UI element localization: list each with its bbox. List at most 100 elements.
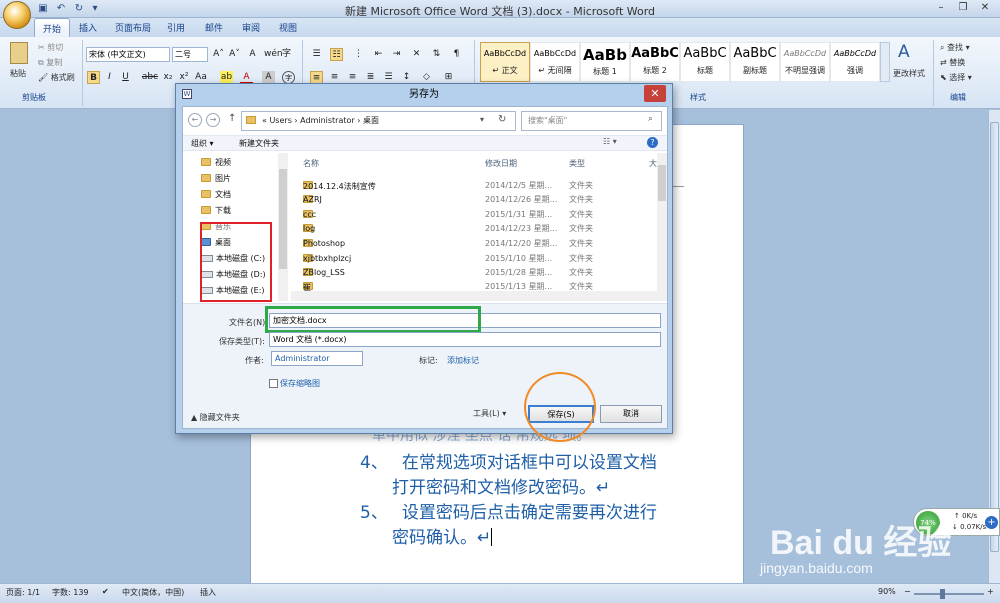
view-options-icon[interactable]: ☷ ▾ xyxy=(603,137,617,146)
breadcrumb[interactable]: « Users › Administrator › 桌面 xyxy=(262,115,379,126)
status-mode[interactable]: 插入 xyxy=(200,587,216,598)
font-name-combo[interactable]: 宋体 (中文正文) xyxy=(86,47,170,62)
tab-home[interactable]: 开始 xyxy=(34,18,71,37)
file-row[interactable]: Photoshop 2014/12/20 星期... 文件夹 xyxy=(301,237,655,251)
status-language[interactable]: 中文(简体，中国) xyxy=(122,587,184,598)
cut-button[interactable]: ✂ 剪切 xyxy=(38,42,63,53)
style-subtle-emphasis[interactable]: AaBbCcDd 不明显强调 xyxy=(780,42,830,82)
help-icon[interactable]: ? xyxy=(647,137,658,148)
shrink-font-icon[interactable]: A˅ xyxy=(228,48,241,61)
nav-item-pictures[interactable]: 图片 xyxy=(201,173,231,184)
file-row[interactable]: ccc 2015/1/31 星期... 文件夹 xyxy=(301,208,655,222)
style-heading1[interactable]: AaBb 标题 1 xyxy=(580,42,630,82)
file-list-scrollbar[interactable] xyxy=(657,153,667,301)
style-no-spacing[interactable]: AaBbCcDd ↵ 无间隔 xyxy=(530,42,580,82)
close-button[interactable]: ✕ xyxy=(974,0,996,16)
subscript-button[interactable]: x₂ xyxy=(161,71,175,84)
bullets-icon[interactable]: ☰ xyxy=(310,48,323,61)
file-row[interactable]: 2014.12.4法制宣传 2014/12/5 星期... 文件夹 xyxy=(301,179,655,193)
proofing-icon[interactable]: ✔ xyxy=(102,587,109,596)
style-heading2[interactable]: AaBbC 标题 2 xyxy=(630,42,680,82)
paste-button[interactable]: 粘贴 xyxy=(10,68,26,79)
refresh-icon[interactable]: ↻ xyxy=(498,114,506,125)
style-title[interactable]: AaBbC 标题 xyxy=(680,42,730,82)
tab-references[interactable]: 引用 xyxy=(167,21,185,34)
paste-icon[interactable] xyxy=(10,42,28,64)
clear-format-icon[interactable]: A xyxy=(246,48,259,61)
copy-button[interactable]: ⧉ 复制 xyxy=(38,57,62,68)
tab-insert[interactable]: 插入 xyxy=(79,21,97,34)
find-button[interactable]: ⌕ 查找 ▾ xyxy=(940,42,970,53)
scroll-thumb[interactable] xyxy=(990,122,999,552)
filetype-select[interactable]: Word 文档 (*.docx) xyxy=(269,332,661,347)
format-painter-button[interactable]: 🖌 格式刷 xyxy=(38,72,75,83)
column-type[interactable]: 类型 xyxy=(569,158,585,169)
zoom-slider[interactable] xyxy=(914,593,984,595)
add-tags-link[interactable]: 添加标记 xyxy=(447,355,479,366)
style-normal[interactable]: AaBbCcDd ↵ 正文 xyxy=(480,42,530,82)
tab-review[interactable]: 审阅 xyxy=(242,21,260,34)
change-styles-icon[interactable]: A xyxy=(898,42,910,62)
zoom-out-button[interactable]: − xyxy=(904,587,911,596)
maximize-button[interactable]: ❐ xyxy=(952,0,974,16)
status-words[interactable]: 字数: 139 xyxy=(52,587,89,598)
increase-indent-icon[interactable]: ⇥ xyxy=(390,48,403,61)
address-bar[interactable]: « Users › Administrator › 桌面 ▾ ↻ xyxy=(241,111,516,131)
change-styles-button[interactable]: 更改样式 xyxy=(893,68,925,79)
numbering-icon[interactable]: ☷ xyxy=(330,48,343,61)
minimize-button[interactable]: – xyxy=(930,0,952,16)
enclose-icon[interactable]: 字 xyxy=(280,48,293,61)
dialog-close-button[interactable]: ✕ xyxy=(644,85,666,102)
office-button[interactable] xyxy=(3,1,31,29)
file-row[interactable]: ZBlog_LSS 2015/1/28 星期... 文件夹 xyxy=(301,266,655,280)
italic-button[interactable]: I xyxy=(103,71,116,84)
styles-scroll[interactable] xyxy=(880,42,890,82)
column-name[interactable]: 名称 xyxy=(303,158,319,169)
forward-icon[interactable]: → xyxy=(206,113,220,127)
chinese-layout-icon[interactable]: ✕ xyxy=(410,48,423,61)
column-size[interactable]: 大 xyxy=(649,158,657,169)
font-size-combo[interactable]: 二号 xyxy=(172,47,208,62)
tab-view[interactable]: 视图 xyxy=(279,21,297,34)
column-date[interactable]: 修改日期 xyxy=(485,158,517,169)
zoom-thumb[interactable] xyxy=(940,589,945,599)
nav-scroll-thumb[interactable] xyxy=(279,169,287,269)
up-icon[interactable]: ↑ xyxy=(228,113,236,124)
tab-mailings[interactable]: 邮件 xyxy=(205,21,223,34)
strikethrough-button[interactable]: abc xyxy=(141,71,159,84)
file-row[interactable]: AZRJ 2014/12/26 星期... 文件夹 xyxy=(301,193,655,207)
nav-item-videos[interactable]: 视频 xyxy=(201,157,231,168)
zoom-in-button[interactable]: + xyxy=(987,587,994,596)
select-button[interactable]: ⬉ 选择 ▾ xyxy=(940,72,972,83)
style-subtitle[interactable]: AaBbC 副标题 xyxy=(730,42,780,82)
back-icon[interactable]: ← xyxy=(188,113,202,127)
nav-item-documents[interactable]: 文档 xyxy=(201,189,231,200)
hide-folders-button[interactable]: ▲ 隐藏文件夹 xyxy=(191,412,240,423)
tools-button[interactable]: 工具(L) ▾ xyxy=(473,408,506,419)
replace-button[interactable]: ⇄ 替换 xyxy=(940,57,965,68)
phonetic-icon[interactable]: wén xyxy=(264,48,283,61)
nav-item-downloads[interactable]: 下载 xyxy=(201,205,231,216)
cancel-button[interactable]: 取消 xyxy=(600,405,662,423)
new-folder-button[interactable]: 新建文件夹 xyxy=(239,138,279,149)
decrease-indent-icon[interactable]: ⇤ xyxy=(372,48,385,61)
underline-button[interactable]: U xyxy=(119,71,132,84)
horizontal-scrollbar[interactable] xyxy=(291,291,657,301)
plus-icon[interactable]: + xyxy=(985,516,998,529)
search-box[interactable]: 搜索"桌面" ⌕ xyxy=(521,111,662,131)
author-input[interactable]: Administrator xyxy=(271,351,363,366)
zoom-level[interactable]: 90% xyxy=(878,587,896,596)
sort-icon[interactable]: ⇅ xyxy=(430,48,443,61)
file-row[interactable]: log 2014/12/23 星期... 文件夹 xyxy=(301,222,655,236)
style-emphasis[interactable]: AaBbCcDd 强调 xyxy=(830,42,880,82)
file-scroll-thumb[interactable] xyxy=(658,165,666,201)
nav-scrollbar[interactable] xyxy=(278,153,288,301)
bold-button[interactable]: B xyxy=(87,71,100,84)
thumbnail-checkbox[interactable] xyxy=(269,379,278,388)
multilevel-icon[interactable]: ⋮ xyxy=(352,48,365,61)
grow-font-icon[interactable]: A˄ xyxy=(212,48,225,61)
file-row[interactable]: xjbtbxhplzcj 2015/1/10 星期... 文件夹 xyxy=(301,252,655,266)
show-marks-icon[interactable]: ¶ xyxy=(450,48,463,61)
status-page[interactable]: 页面: 1/1 xyxy=(6,587,40,598)
organize-button[interactable]: 组织 ▾ xyxy=(191,138,214,149)
